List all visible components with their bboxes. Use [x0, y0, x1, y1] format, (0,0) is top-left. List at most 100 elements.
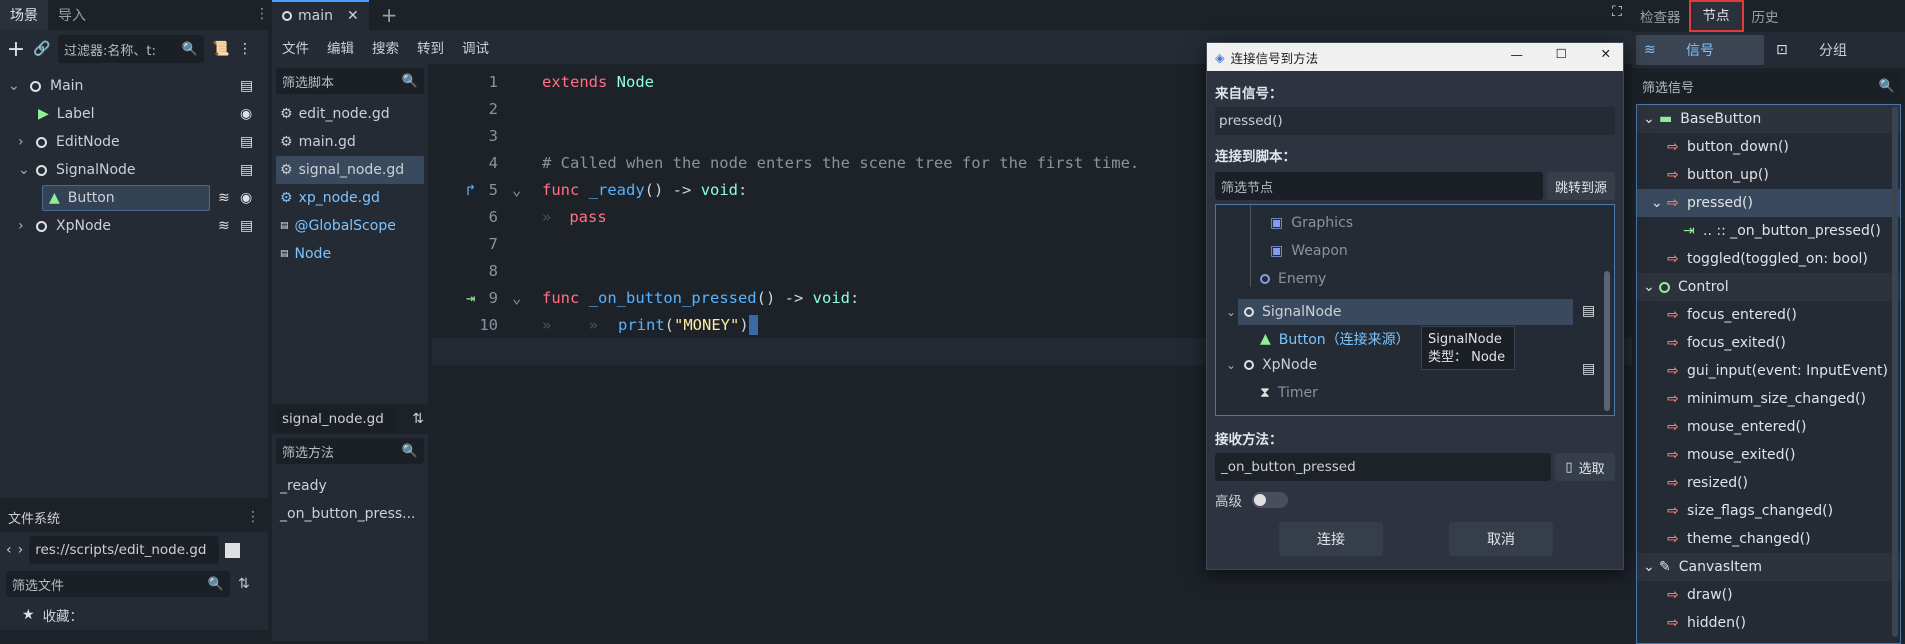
groups-subtab[interactable]: ⊡ 分组 [1768, 35, 1898, 65]
forward-icon[interactable]: › [18, 542, 24, 558]
signal-filter-input[interactable]: 筛选信号 🔍 [1636, 72, 1901, 100]
chevron-right-icon[interactable]: › [18, 218, 32, 234]
script-icon[interactable]: ▤ [240, 162, 253, 178]
chevron-down-icon[interactable]: ⌄ [1226, 358, 1236, 372]
scrollbar[interactable] [1604, 271, 1610, 411]
script-item[interactable]: ▤ @GlobalScope [276, 212, 424, 240]
tree-item-button[interactable]: ▲ Button（连接来源） [1260, 329, 1410, 349]
signal-item-selected[interactable]: ⌄ ⇨ pressed() [1637, 189, 1900, 217]
menu-search[interactable]: 搜索 [372, 37, 399, 57]
signal-item[interactable]: ⇨ button_down() [1637, 133, 1900, 161]
scene-menu-icon[interactable]: ⋮ [238, 41, 252, 57]
close-icon[interactable]: ✕ [347, 8, 359, 24]
tree-item-weapon[interactable]: ▣ Weapon [1270, 243, 1348, 259]
signal-item[interactable]: ⇨ draw() [1637, 581, 1900, 609]
minimize-icon[interactable]: — [1511, 47, 1524, 62]
fold-icon[interactable]: ⌄ [512, 289, 528, 307]
add-node-icon[interactable]: + [6, 37, 26, 62]
menu-debug[interactable]: 调试 [462, 37, 489, 57]
signal-item[interactable]: ⇨ resized() [1637, 469, 1900, 497]
signal-item[interactable]: ⇨ gui_input(event: InputEvent) [1637, 357, 1900, 385]
chevron-down-icon[interactable]: ⌄ [1651, 195, 1667, 211]
tree-item-label-node[interactable]: ▶ Label ◉ [0, 100, 268, 128]
tree-item-xpnode[interactable]: ⌄ XpNode [1226, 357, 1317, 373]
tab-scene[interactable]: 场景 [0, 0, 48, 30]
tab-inspector[interactable]: 检查器 [1632, 6, 1689, 26]
node-filter-input[interactable]: 筛选节点 [1215, 172, 1543, 200]
method-filter-input[interactable]: 筛选方法 🔍 [276, 438, 424, 464]
chevron-right-icon[interactable]: › [18, 134, 32, 150]
favorites-label[interactable]: 收藏： [43, 605, 84, 625]
signal-icon[interactable]: ≋ [218, 190, 230, 206]
section-canvasitem[interactable]: ⌄ ✎ CanvasItem [1637, 553, 1900, 581]
script-icon[interactable]: ▤ [240, 218, 253, 234]
connect-button[interactable]: 连接 [1279, 522, 1383, 556]
scrollbar[interactable] [1892, 107, 1898, 637]
script-item-selected[interactable]: ⚙ signal_node.gd [276, 156, 424, 184]
fullscreen-icon[interactable]: ⛶ [1612, 4, 1622, 20]
signal-item[interactable]: ⇨ hidden() [1637, 609, 1900, 637]
tree-item-editnode[interactable]: › EditNode ▤ [0, 128, 268, 156]
pick-method-button[interactable]: ▯ 选取 [1555, 453, 1615, 481]
filesystem-path[interactable]: res://scripts/edit_node.gd [29, 536, 220, 564]
script-item[interactable]: ⚙ edit_node.gd [276, 100, 424, 128]
signal-item[interactable]: ⇨ toggled(toggled_on: bool) [1637, 245, 1900, 273]
section-control[interactable]: ⌄ Control [1637, 273, 1900, 301]
connection-item[interactable]: ⇥ .. :: _on_button_pressed() [1637, 217, 1900, 245]
advanced-toggle[interactable] [1252, 492, 1288, 508]
signal-item[interactable]: ⇨ mouse_exited() [1637, 441, 1900, 469]
signal-item[interactable]: ⇨ size_flags_changed() [1637, 497, 1900, 525]
tab-main[interactable]: main ✕ [272, 0, 369, 30]
menu-file[interactable]: 文件 [282, 37, 309, 57]
chevron-down-icon[interactable]: ⌄ [1226, 305, 1236, 319]
chevron-down-icon[interactable]: ⌄ [8, 78, 22, 94]
tree-item-main[interactable]: ⌄ Main ▤ [0, 72, 268, 100]
signal-icon[interactable]: ≋ [218, 218, 230, 234]
dock-menu-icon[interactable]: ⋮ [246, 509, 260, 525]
tab-history[interactable]: 历史 [1744, 6, 1787, 26]
tree-item-xpnode[interactable]: › XpNode ≋ ▤ [0, 212, 268, 240]
goto-source-button[interactable]: 跳转到源 [1547, 172, 1615, 200]
tree-item-timer[interactable]: ⧗ Timer [1260, 385, 1318, 401]
sort-icon[interactable]: ⇅ [238, 576, 250, 592]
fold-icon[interactable]: ⌄ [512, 181, 528, 199]
script-item[interactable]: ⚙ xp_node.gd [276, 184, 424, 212]
signal-item[interactable]: ⇨ theme_changed() [1637, 525, 1900, 553]
tab-import[interactable]: 导入 [48, 0, 96, 30]
signal-item[interactable]: ⇨ button_up() [1637, 161, 1900, 189]
section-basebutton[interactable]: ⌄ ▬ BaseButton [1637, 105, 1900, 133]
menu-goto[interactable]: 转到 [417, 37, 444, 57]
method-item[interactable]: _on_button_press... [280, 500, 416, 528]
attach-script-icon[interactable]: 📜 [210, 41, 232, 57]
tree-item-graphics[interactable]: ▣ Graphics [1270, 215, 1353, 231]
add-tab-icon[interactable]: + [381, 3, 398, 27]
script-icon[interactable]: ▤ [240, 134, 253, 150]
script-item[interactable]: ▤ Node [276, 240, 424, 268]
close-icon[interactable]: ✕ [1601, 46, 1611, 61]
signal-item[interactable]: ⇨ minimum_size_changed() [1637, 385, 1900, 413]
receiver-method-input[interactable]: _on_button_pressed [1215, 453, 1551, 481]
method-item[interactable]: _ready [280, 472, 416, 500]
connected-signal-icon[interactable]: ⇥ [466, 289, 475, 307]
script-item[interactable]: ⚙ main.gd [276, 128, 424, 156]
tree-item-signalnode[interactable]: ⌄ SignalNode ▤ [0, 156, 268, 184]
tree-item-button[interactable]: ▲ Button ≋ ◉ [0, 184, 268, 212]
signal-item[interactable]: ⇨ focus_exited() [1637, 329, 1900, 357]
sort-icon[interactable]: ⇅ [412, 411, 424, 427]
dock-menu-icon[interactable]: ⋮ [255, 6, 269, 22]
visibility-icon[interactable]: ◉ [240, 106, 252, 122]
visibility-icon[interactable]: ◉ [240, 190, 252, 206]
toggle-split-icon[interactable] [225, 542, 241, 558]
tab-node[interactable]: 节点 [1688, 0, 1744, 32]
menu-edit[interactable]: 编辑 [327, 37, 354, 57]
signal-item[interactable]: ⇨ mouse_entered() [1637, 413, 1900, 441]
signal-item[interactable]: ⇨ focus_entered() [1637, 301, 1900, 329]
link-icon[interactable]: 🔗 [32, 41, 52, 57]
tree-item-signalnode[interactable]: SignalNode [1238, 299, 1573, 325]
back-icon[interactable]: ‹ [6, 542, 12, 558]
script-icon[interactable]: ▤ [240, 78, 253, 94]
file-filter-input[interactable]: 筛选文件 🔍 [6, 571, 230, 597]
cancel-button[interactable]: 取消 [1449, 522, 1553, 556]
tree-item-enemy[interactable]: Enemy [1260, 271, 1326, 287]
scene-filter-input[interactable]: 过滤器:名称、t: 🔍 [58, 35, 204, 63]
